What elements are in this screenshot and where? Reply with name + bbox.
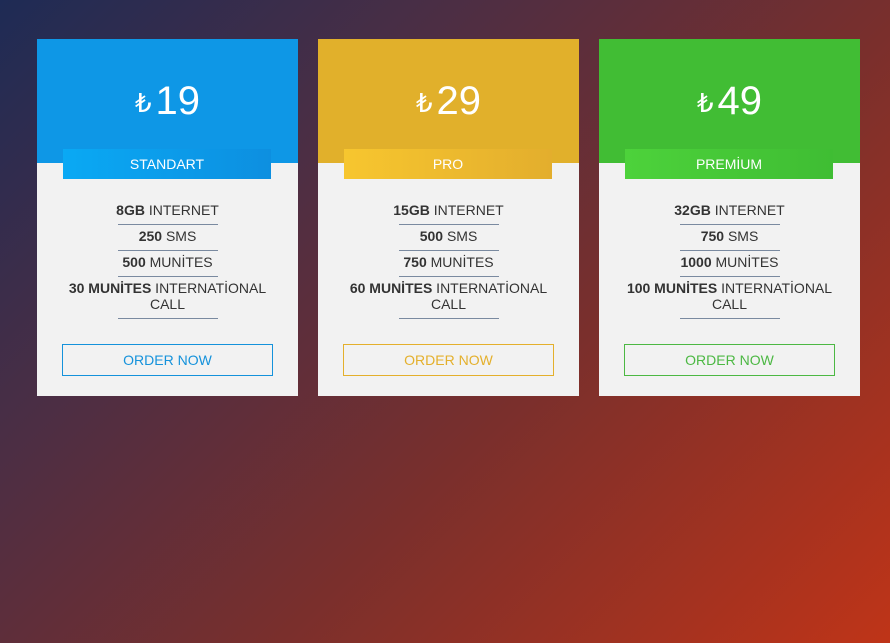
feature-label: INTERNET [144, 202, 219, 218]
card-header: ₺ 49 PREMİUM [599, 39, 860, 179]
price: ₺ 19 [37, 79, 298, 123]
currency-icon: ₺ [696, 88, 714, 118]
feature-list: 15GB INTERNET 500 SMS 750 MUNİTES 60 MUN… [318, 199, 579, 319]
feature-international-call: 100 MUNİTES INTERNATİONAL CALL [599, 277, 860, 319]
feature-minutes: 750 MUNİTES [318, 251, 579, 277]
pricing-cards: ₺ 19 STANDART 8GB INTERNET 250 SMS 500 M… [37, 39, 860, 396]
order-now-button[interactable]: ORDER NOW [624, 344, 835, 376]
feature-label: INTERNET [429, 202, 504, 218]
plan-name: PREMİUM [625, 149, 833, 179]
feature-value: 250 [138, 228, 163, 244]
feature-minutes: 500 MUNİTES [37, 251, 298, 277]
currency-icon: ₺ [415, 88, 433, 118]
feature-sms: 500 SMS [318, 225, 579, 251]
feature-label: INTERNET [710, 202, 785, 218]
plan-name: PRO [344, 149, 552, 179]
feature-label: SMS [443, 228, 478, 244]
order-now-button[interactable]: ORDER NOW [343, 344, 554, 376]
feature-label: INTERNATİONAL CALL [430, 280, 548, 312]
feature-value: 8GB [116, 202, 145, 218]
feature-value: 500 [122, 254, 146, 270]
card-header: ₺ 29 PRO [318, 39, 579, 179]
feature-value: 30 MUNİTES [68, 280, 152, 296]
price-amount: 49 [717, 79, 763, 123]
feature-label: MUNİTES [426, 254, 494, 270]
feature-label: INTERNATİONAL CALL [149, 280, 267, 312]
pricing-card-standart: ₺ 19 STANDART 8GB INTERNET 250 SMS 500 M… [37, 39, 298, 396]
plan-name: STANDART [63, 149, 271, 179]
feature-label: INTERNATİONAL CALL [711, 280, 833, 312]
feature-label: SMS [162, 228, 197, 244]
feature-internet: 15GB INTERNET [318, 199, 579, 225]
feature-value: 15GB [393, 202, 430, 218]
feature-value: 750 [403, 254, 427, 270]
feature-sms: 750 SMS [599, 225, 860, 251]
feature-label: MUNİTES [711, 254, 779, 270]
feature-internet: 8GB INTERNET [37, 199, 298, 225]
feature-value: 100 MUNİTES [626, 280, 718, 296]
order-now-button[interactable]: ORDER NOW [62, 344, 273, 376]
feature-minutes: 1000 MUNİTES [599, 251, 860, 277]
pricing-card-premium: ₺ 49 PREMİUM 32GB INTERNET 750 SMS 1000 … [599, 39, 860, 396]
feature-international-call: 60 MUNİTES INTERNATİONAL CALL [318, 277, 579, 319]
feature-value: 32GB [674, 202, 711, 218]
feature-label: MUNİTES [145, 254, 213, 270]
price: ₺ 49 [599, 79, 860, 123]
feature-list: 32GB INTERNET 750 SMS 1000 MUNİTES 100 M… [599, 199, 860, 319]
card-header: ₺ 19 STANDART [37, 39, 298, 179]
feature-internet: 32GB INTERNET [599, 199, 860, 225]
feature-value: 1000 [680, 254, 712, 270]
price-amount: 29 [436, 79, 482, 123]
pricing-card-pro: ₺ 29 PRO 15GB INTERNET 500 SMS 750 MUNİT… [318, 39, 579, 396]
currency-icon: ₺ [134, 88, 152, 118]
price: ₺ 29 [318, 79, 579, 123]
feature-value: 750 [700, 228, 725, 244]
feature-list: 8GB INTERNET 250 SMS 500 MUNİTES 30 MUNİ… [37, 199, 298, 319]
feature-value: 500 [419, 228, 444, 244]
feature-international-call: 30 MUNİTES INTERNATİONAL CALL [37, 277, 298, 319]
feature-label: SMS [724, 228, 759, 244]
price-amount: 19 [155, 79, 201, 123]
feature-value: 60 MUNİTES [349, 280, 433, 296]
feature-sms: 250 SMS [37, 225, 298, 251]
